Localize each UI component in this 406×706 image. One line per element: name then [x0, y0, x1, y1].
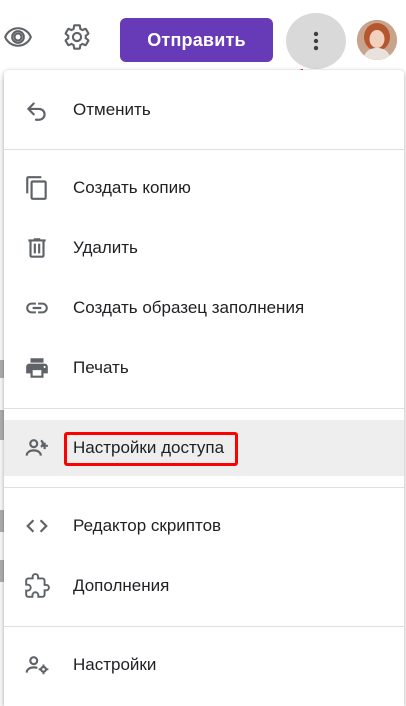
menu-item-label: Редактор скриптов	[73, 516, 222, 535]
user-avatar[interactable]	[357, 20, 397, 60]
menu-item-prefilled-link[interactable]: Создать образец заполнения	[4, 280, 404, 336]
menu-item-label: Отменить	[73, 100, 151, 119]
menu-item-label: Создать образец заполнения	[73, 298, 305, 317]
menu-item-label: Создать копию	[73, 178, 191, 197]
code-icon	[22, 511, 52, 541]
menu-item-script-editor[interactable]: Редактор скриптов	[4, 498, 404, 554]
menu-item-make-copy[interactable]: Создать копию	[4, 160, 404, 216]
add-collaborator-icon	[22, 433, 52, 463]
menu-divider	[4, 487, 404, 488]
eye-icon[interactable]	[3, 22, 33, 52]
gear-icon[interactable]	[62, 22, 92, 52]
send-button[interactable]: Отправить	[120, 18, 273, 62]
annotation-highlight-box	[64, 432, 238, 466]
undo-icon	[22, 95, 52, 125]
menu-item-print[interactable]: Печать	[4, 340, 404, 396]
more-options-button[interactable]	[286, 13, 346, 69]
menu-divider	[4, 149, 404, 150]
menu-divider	[4, 408, 404, 409]
puzzle-icon	[22, 571, 52, 601]
menu-item-label: Печать	[73, 358, 129, 377]
more-options-menu: Отменить Создать копию Удалить Создать о…	[4, 70, 404, 706]
copy-icon	[22, 173, 52, 203]
more-vertical-icon	[313, 31, 319, 51]
menu-item-addons[interactable]: Дополнения	[4, 558, 404, 614]
menu-item-label: Дополнения	[73, 576, 170, 595]
menu-item-preferences[interactable]: Настройки	[4, 637, 404, 693]
menu-item-delete[interactable]: Удалить	[4, 220, 404, 276]
form-toolbar: Отправить	[0, 0, 406, 80]
menu-item-undo[interactable]: Отменить	[4, 82, 404, 138]
link-icon	[22, 293, 52, 323]
print-icon	[22, 353, 52, 383]
menu-item-label: Удалить	[73, 238, 138, 257]
user-settings-icon	[22, 650, 52, 680]
trash-icon	[22, 233, 52, 263]
menu-divider	[4, 626, 404, 627]
menu-item-label: Настройки	[73, 655, 157, 674]
